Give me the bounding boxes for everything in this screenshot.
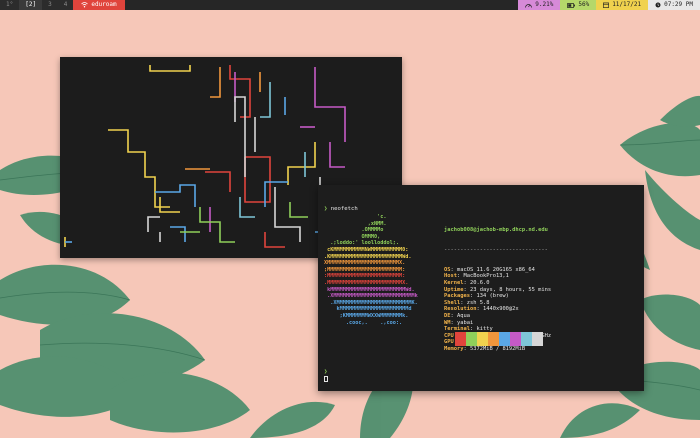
info-value: 23 days, 8 hours, 55 mins <box>469 286 552 293</box>
battery-status[interactable]: 56% <box>560 0 597 10</box>
battery-label: 56% <box>578 1 590 8</box>
info-row: Shell: zsh 5.8 <box>444 299 490 306</box>
info-key: Packages <box>444 293 470 300</box>
text-cursor <box>324 376 328 383</box>
info-value: 1440x900@2x <box>482 306 519 313</box>
palette-swatch <box>510 332 521 346</box>
info-row: OS: macOS 11.6 20G165 x86_64 <box>444 266 535 273</box>
palette-swatch <box>477 332 488 346</box>
info-row: DE: Aqua <box>444 312 470 319</box>
prompt-arrow: ❯ <box>324 206 328 212</box>
date-display[interactable]: 11/17/21 <box>596 0 649 10</box>
input-prompt[interactable]: ❯ <box>324 369 328 385</box>
wifi-icon <box>81 2 89 8</box>
info-key: Host <box>444 273 457 280</box>
color-palette <box>455 332 543 346</box>
info-key: Resolution <box>444 306 477 313</box>
wifi-label: eduroam <box>91 1 117 8</box>
ascii-line: :MMMMMMMMMMMMMMMMMMMMMMMM: <box>324 273 406 280</box>
command-text: neofetch <box>330 206 358 212</box>
workspace-4[interactable]: 4 <box>58 0 74 10</box>
info-row: Uptime: 23 days, 8 hours, 55 mins <box>444 286 552 293</box>
calendar-icon <box>603 2 610 8</box>
palette-swatch <box>466 332 477 346</box>
workspace-3[interactable]: 3 <box>42 0 58 10</box>
info-value: macOS 11.6 20G165 x86_64 <box>457 266 535 273</box>
time-label: 07:29 PM <box>664 1 693 8</box>
ascii-line: cKMMMMMMMMMMNWMMMMMMMMMM0: <box>324 246 409 253</box>
ascii-line: 'c. <box>324 214 387 220</box>
ascii-line: .KMMMMMMMMMMMMMMMMMMMMMMMWd. <box>324 253 412 260</box>
info-row: Kernel: 20.6.0 <box>444 279 490 286</box>
info-row: Resolution: 1440x900@2x <box>444 306 519 313</box>
clock-icon <box>655 2 661 8</box>
info-row: Host: MacBookPro13,1 <box>444 273 509 280</box>
ascii-line: OMMM0, <box>324 233 381 240</box>
clock-display[interactable]: 07:29 PM <box>648 0 700 10</box>
workspace-2[interactable]: [2] <box>19 0 43 10</box>
prompt-arrow: ❯ <box>324 369 328 375</box>
info-value: 20.6.0 <box>469 279 490 286</box>
ascii-line: .XMMMMMMMMMMMMMMMMMMMMMMMMK. <box>324 299 418 306</box>
ascii-line: .;loddo:' loolloddol;. <box>324 240 399 247</box>
info-value: yabai <box>457 319 474 326</box>
wifi-status[interactable]: eduroam <box>73 0 125 10</box>
date-label: 11/17/21 <box>612 1 642 8</box>
info-row: Memory: 5372MiB / 8192MiB <box>444 345 526 352</box>
ascii-line: .cooc,. .,coo:. <box>324 319 403 326</box>
ascii-line: .XMMMMMMMMMMMMMMMMMMMMMMMMMMk <box>324 293 418 300</box>
ascii-line: ;KMMMMMMMWXXWMMMMMMMk. <box>324 312 409 319</box>
cpu-usage[interactable]: 9.21% <box>518 0 561 10</box>
info-value: 134 (brew) <box>476 293 509 300</box>
palette-swatch <box>455 332 466 346</box>
info-key: CPU <box>444 332 454 339</box>
speedometer-icon <box>525 4 533 8</box>
info-key: Memory <box>444 345 464 352</box>
cpu-label: 9.21% <box>535 1 554 8</box>
palette-swatch <box>488 332 499 346</box>
separator: -------------------------------- <box>444 246 548 253</box>
info-key: GPU <box>444 339 454 346</box>
apple-ascii-logo: 'c. ,xNMM. .OMMMMo OMMM0, .;loddo:' lool… <box>324 214 418 326</box>
info-row: WM: yabai <box>444 319 474 326</box>
top-status-bar: 1° [2] 3 4 eduroam 9.21% 56% 11/17/21 07… <box>0 0 700 10</box>
info-key: Uptime <box>444 286 464 293</box>
command-prompt: ❯ neofetch <box>324 206 358 213</box>
ascii-line: .MMMMMMMMMMMMMMMMMMMMMMMMX. <box>324 279 409 286</box>
info-row: Packages: 134 (brew) <box>444 293 509 300</box>
info-value: zsh 5.8 <box>466 299 490 306</box>
info-value: MacBookPro13,1 <box>463 273 509 280</box>
info-key: Kernel <box>444 279 464 286</box>
palette-swatch <box>499 332 510 346</box>
ascii-line: ;MMMMMMMMMMMMMMMMMMMMMMMM: <box>324 266 406 273</box>
info-key: Shell <box>444 299 461 306</box>
ascii-line: XMMMMMMMMMMMMMMMMMMMMMMMX. <box>324 260 406 267</box>
ascii-line: kMMMMMMMMMMMMMMMMMMMMMMd <box>324 306 412 313</box>
palette-swatch <box>532 332 543 346</box>
neofetch-terminal-window[interactable]: ❯ neofetch 'c. ,xNMM. .OMMMMo OMMM0, .;l… <box>318 185 644 391</box>
workspace-switcher: 1° [2] 3 4 <box>0 0 74 10</box>
info-value: Aqua <box>457 312 470 319</box>
user-host: jachob008@jachob-mbp.dhcp.nd.edu <box>444 227 548 234</box>
ascii-line: kMMMMMMMMMMMMMMMMMMMMMMMMWd. <box>324 286 415 293</box>
workspace-1[interactable]: 1° <box>0 0 19 10</box>
ascii-line: ,xNMM. <box>324 220 387 227</box>
palette-swatch <box>521 332 532 346</box>
info-value: 5372MiB / 8192MiB <box>469 345 526 352</box>
battery-icon <box>567 2 576 8</box>
ascii-line: .OMMMMo <box>324 227 384 234</box>
